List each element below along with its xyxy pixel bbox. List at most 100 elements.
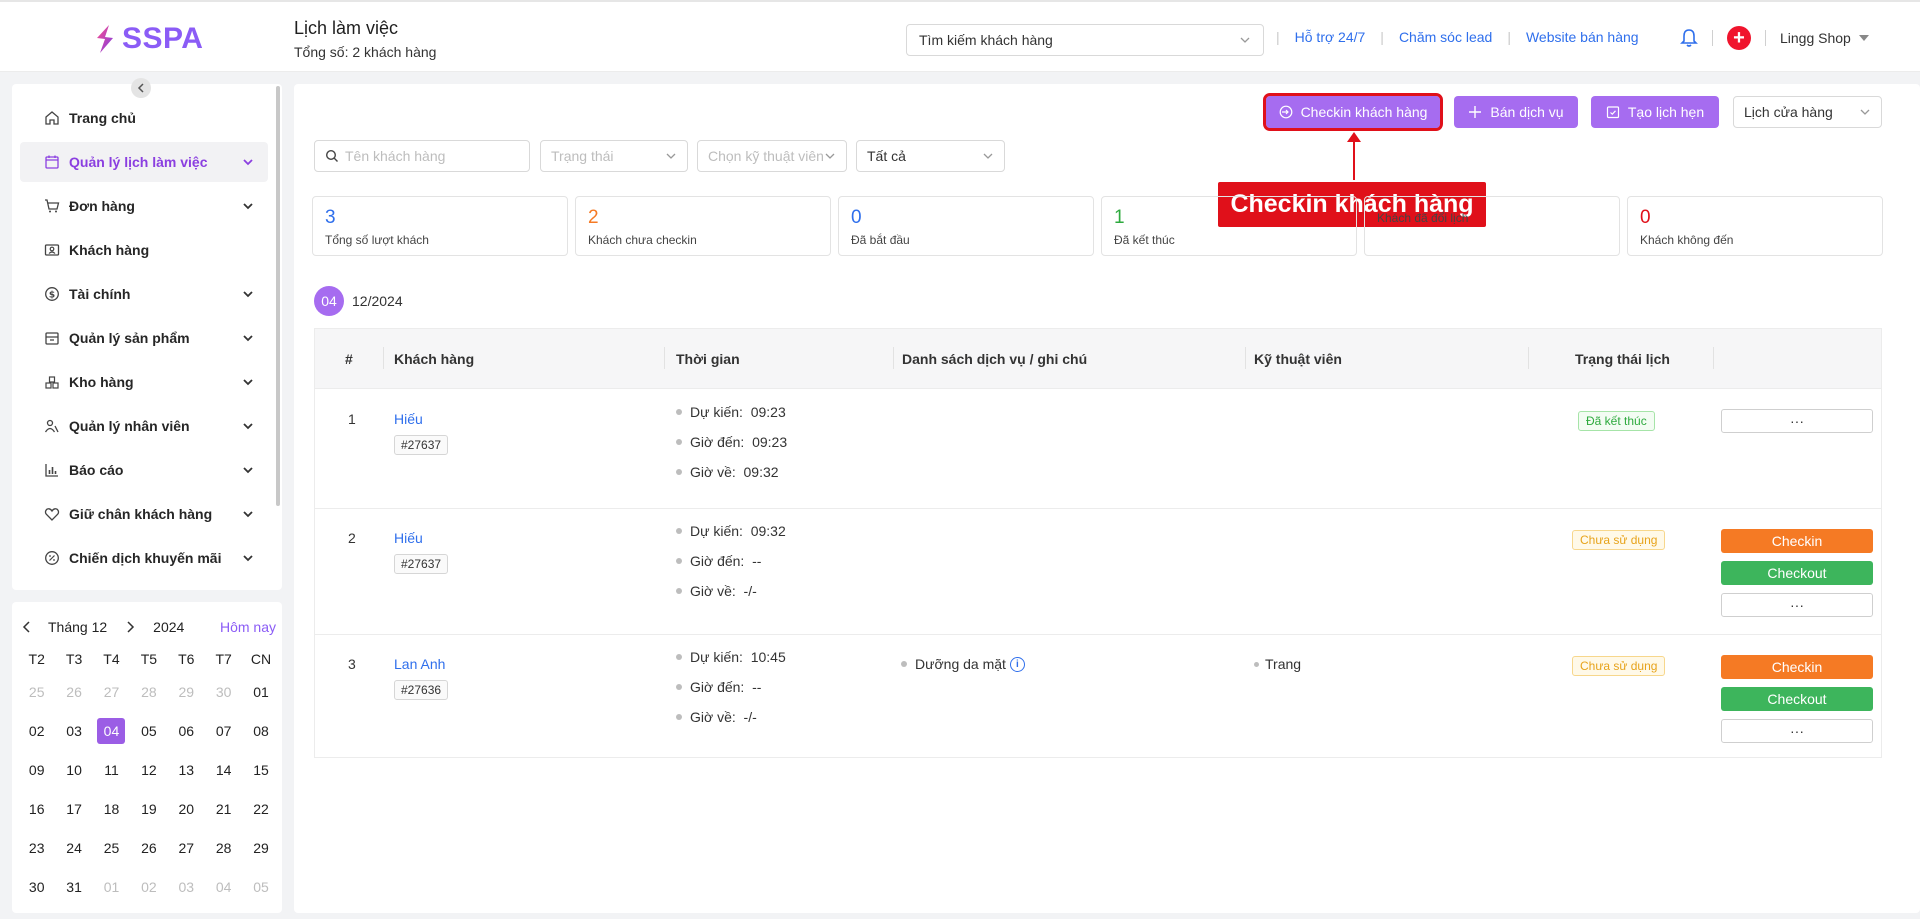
calendar-day[interactable]: 06 [168,723,205,739]
calendar-day[interactable]: 09 [18,762,55,778]
calendar-day[interactable]: 17 [55,801,92,817]
sell-service-button[interactable]: Bán dịch vụ [1454,96,1578,128]
calendar-day[interactable]: 26 [55,684,92,700]
calendar-day[interactable]: 12 [130,762,167,778]
calendar-day[interactable]: 03 [55,723,92,739]
stat-card-rescheduled[interactable]: Khách đã đổi lịch [1364,196,1620,256]
calendar-day[interactable]: 05 [242,879,279,895]
create-appointment-button[interactable]: Tạo lịch hẹn [1591,96,1719,128]
scope-filter-select[interactable]: Tất cả [856,140,1005,172]
chevron-down-icon [243,335,253,342]
calendar-day[interactable]: 24 [55,840,92,856]
create-appointment-label: Tạo lịch hẹn [1627,104,1705,120]
calendar-day[interactable]: 10 [55,762,92,778]
checkin-customer-button[interactable]: Checkin khách hàng [1263,93,1443,131]
stat-card-no-show[interactable]: 0 Khách không đến [1627,196,1883,256]
sidebar-item-reports[interactable]: Báo cáo [20,450,268,490]
calendar-day[interactable]: 01 [242,684,279,700]
more-actions-button[interactable]: ··· [1721,719,1873,743]
customer-search-select[interactable]: Tìm kiếm khách hàng [906,24,1264,56]
more-actions-button[interactable]: ··· [1721,409,1873,433]
calendar-day[interactable]: 07 [205,723,242,739]
calendar-day[interactable]: 29 [242,840,279,856]
calendar-day[interactable]: 01 [93,879,130,895]
calendar-day[interactable]: 05 [130,723,167,739]
sidebar-item-promotions[interactable]: Chiến dịch khuyến mãi [20,538,268,578]
calendar-day[interactable]: 02 [18,723,55,739]
customer-name-input[interactable]: Tên khách hàng [314,140,530,172]
chevron-right-icon[interactable] [123,620,137,634]
leave-time-text: Giờ về: 09:32 [690,464,779,480]
sidebar-item-products[interactable]: Quản lý sản phẩm [20,318,268,358]
calendar-day[interactable]: 21 [205,801,242,817]
status-filter-select[interactable]: Trạng thái [540,140,688,172]
calendar-year[interactable]: 2024 [153,619,184,635]
bell-icon[interactable] [1680,28,1698,48]
calendar-day[interactable]: 16 [18,801,55,817]
calendar-day[interactable]: 28 [130,684,167,700]
calendar-week: 23 24 25 26 27 28 29 [18,828,280,867]
calendar-day[interactable]: 30 [205,684,242,700]
sidebar-item-staff[interactable]: Quản lý nhân viên [20,406,268,446]
customer-name-link[interactable]: Hiếu [394,411,448,427]
chevron-left-icon[interactable] [20,620,34,634]
calendar-day[interactable]: 14 [205,762,242,778]
calendar-day[interactable]: 13 [168,762,205,778]
collapse-sidebar-button[interactable] [131,78,151,98]
calendar-day[interactable]: 11 [93,762,130,778]
store-schedule-select[interactable]: Lịch cửa hàng [1733,96,1882,128]
checkout-button[interactable]: Checkout [1721,687,1873,711]
info-icon[interactable]: i [1009,656,1025,672]
checkin-button[interactable]: Checkin [1721,529,1873,553]
calendar-day[interactable]: 03 [168,879,205,895]
checkin-button[interactable]: Checkin [1721,655,1873,679]
chevron-down-icon [243,379,253,386]
technician-filter-select[interactable]: Chọn kỹ thuật viên [697,140,847,172]
calendar-day[interactable]: 18 [93,801,130,817]
calendar-day[interactable]: 08 [242,723,279,739]
calendar-day[interactable]: 26 [130,840,167,856]
calendar-day[interactable]: 27 [93,684,130,700]
sidebar-item-warehouse[interactable]: Kho hàng [20,362,268,402]
calendar-day[interactable]: 29 [168,684,205,700]
stat-card-total[interactable]: 3 Tổng số lượt khách [312,196,568,256]
calendar-month[interactable]: Tháng 12 [48,619,107,635]
stat-card-started[interactable]: 0 Đã bắt đầu [838,196,1094,256]
calendar-day[interactable]: 28 [205,840,242,856]
customer-name-link[interactable]: Hiếu [394,530,448,546]
appointments-table: # Khách hàng Thời gian Danh sách dịch vụ… [314,328,1882,758]
sidebar-item-finance[interactable]: $ Tài chính [20,274,268,314]
calendar-day[interactable]: 23 [18,840,55,856]
calendar-day[interactable]: 20 [168,801,205,817]
sales-website-link[interactable]: Website bán hàng [1526,29,1639,45]
sidebar-item-retention[interactable]: Giữ chân khách hàng [20,494,268,534]
more-actions-button[interactable]: ··· [1721,593,1873,617]
today-button[interactable]: Hôm nay [220,619,276,635]
calendar-day[interactable]: 22 [242,801,279,817]
column-header-technician: Kỹ thuật viên [1254,351,1342,367]
calendar-day-selected[interactable]: 04 [93,717,130,744]
calendar-day[interactable]: 25 [18,684,55,700]
calendar-day[interactable]: 30 [18,879,55,895]
stat-card-not-checked-in[interactable]: 2 Khách chưa checkin [575,196,831,256]
calendar-day[interactable]: 27 [168,840,205,856]
calendar-day[interactable]: 31 [55,879,92,895]
calendar-day[interactable]: 15 [242,762,279,778]
app-logo[interactable]: SSPA [94,22,203,56]
calendar-day[interactable]: 25 [93,840,130,856]
support-link[interactable]: Hỗ trợ 24/7 [1295,29,1366,45]
customer-name-link[interactable]: Lan Anh [394,656,448,672]
chevron-down-icon [243,511,253,518]
sidebar-item-label: Quản lý nhân viên [69,418,190,434]
calendar-day[interactable]: 19 [130,801,167,817]
shop-switcher[interactable]: Lingg Shop [1780,30,1869,46]
calendar-day[interactable]: 04 [205,879,242,895]
checkout-button[interactable]: Checkout [1721,561,1873,585]
plus-icon[interactable]: + [1727,26,1751,50]
calendar-day[interactable]: 02 [130,879,167,895]
status-badge: Đã kết thúc [1578,411,1655,431]
bullet [676,469,682,475]
sell-service-label: Bán dịch vụ [1490,104,1564,120]
stat-card-finished[interactable]: 1 Đã kết thúc [1101,196,1357,256]
lead-care-link[interactable]: Chăm sóc lead [1399,29,1492,45]
